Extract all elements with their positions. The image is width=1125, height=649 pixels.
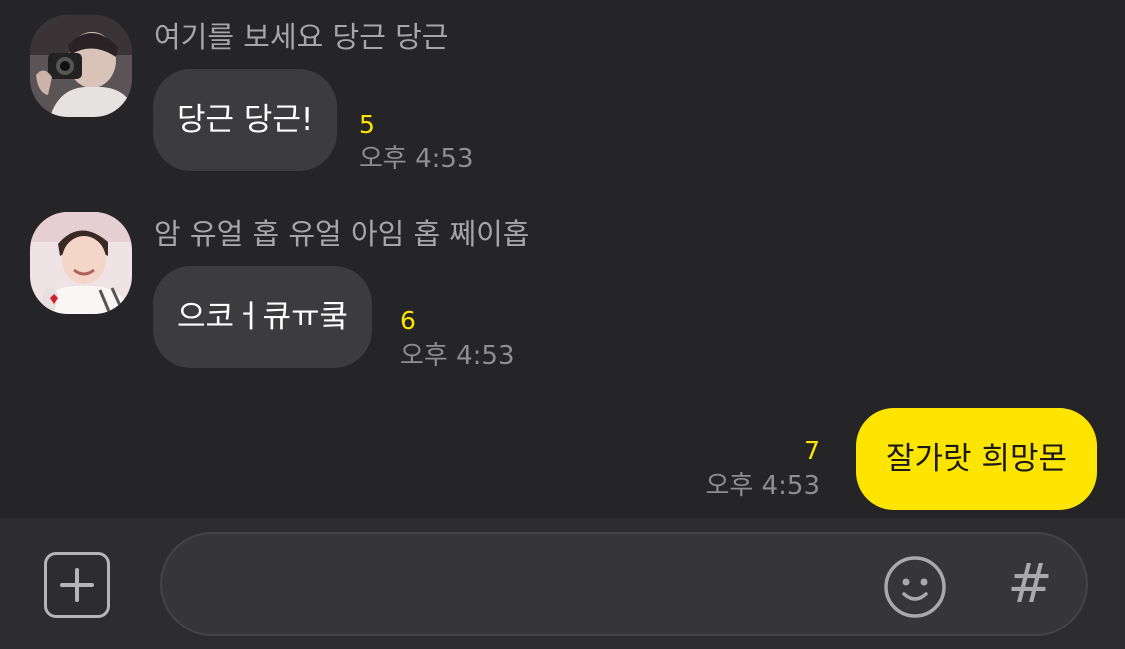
message-bubble-incoming[interactable]: 당근 당근! — [153, 69, 338, 171]
message-time: 오후 4:53 — [705, 471, 821, 501]
unread-count: 6 — [400, 306, 416, 335]
sender-name: 암 유얼 홉 유얼 아임 홉 쩨이홉 — [154, 217, 530, 251]
message-text: 으코ㅓ큐ㅠ쿸 — [177, 299, 349, 335]
chat-message-list[interactable]: 여기를 보세요 당근 당근 당근 당근! 5 오후 4:53 암 유얼 홉 유얼… — [0, 0, 1125, 518]
message-time: 오후 4:53 — [400, 341, 515, 371]
message-text: 잘가랏 희망몬 — [886, 441, 1067, 477]
message-text: 당근 당근! — [177, 102, 314, 138]
plus-icon[interactable] — [44, 552, 110, 618]
avatar-sender-1[interactable] — [30, 15, 132, 117]
message-bubble-incoming[interactable]: 으코ㅓ큐ㅠ쿸 — [153, 266, 373, 368]
unread-count: 5 — [359, 110, 375, 139]
sender-name: 여기를 보세요 당근 당근 — [154, 20, 449, 54]
message-input[interactable] — [160, 532, 1088, 636]
unread-count: 7 — [804, 436, 820, 465]
hashtag-search-button[interactable]: # — [1003, 554, 1057, 614]
profile-photo-icon — [30, 15, 132, 117]
smile-icon[interactable] — [883, 555, 947, 619]
profile-photo-icon — [30, 212, 132, 314]
message-bubble-outgoing[interactable]: 잘가랏 희망몬 — [856, 408, 1097, 510]
message-input-bar: # — [0, 518, 1125, 649]
avatar-sender-2[interactable] — [30, 212, 132, 314]
message-time: 오후 4:53 — [359, 144, 474, 174]
